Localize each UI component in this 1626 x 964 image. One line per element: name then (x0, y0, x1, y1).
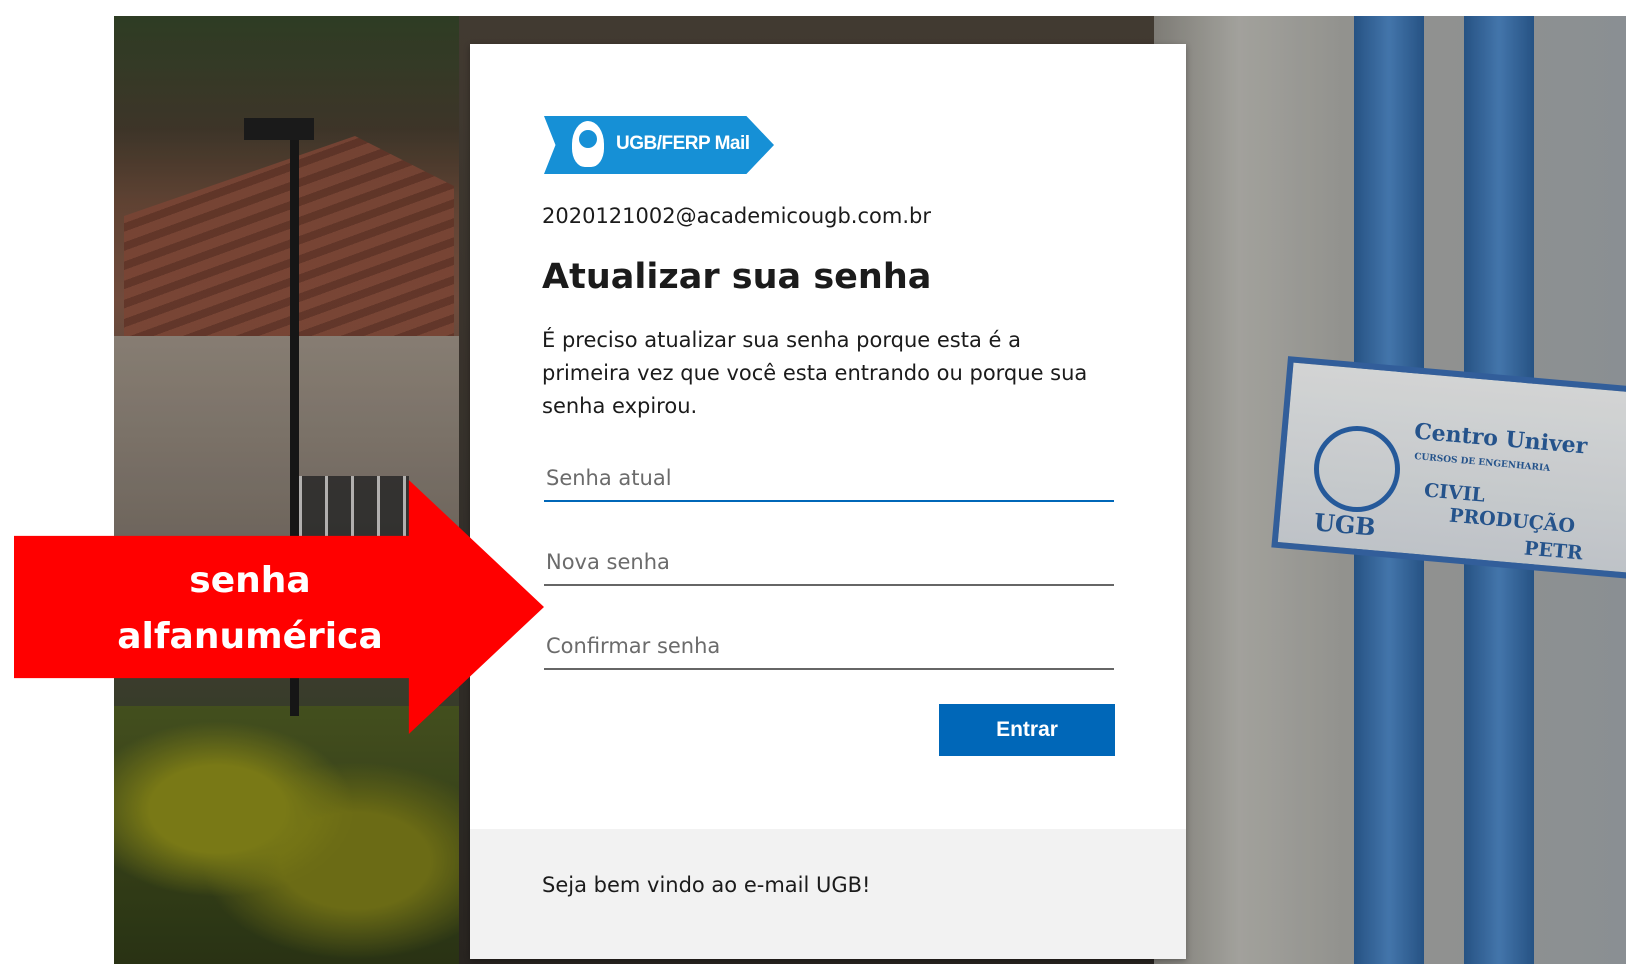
annotation-label: senha alfanumérica (100, 553, 400, 665)
page-description: É preciso atualizar sua senha porque est… (542, 328, 1088, 418)
page-title: Atualizar sua senha (542, 257, 932, 297)
submit-button[interactable]: Entrar (939, 704, 1115, 756)
footer-message: Seja bem vindo ao e-mail UGB! (542, 873, 871, 897)
ugb-emblem-icon (572, 121, 604, 167)
current-password-input[interactable] (544, 456, 1114, 502)
login-footer: Seja bem vindo ao e-mail UGB! (470, 829, 1186, 959)
annotation-line-2: alfanumérica (117, 616, 383, 657)
new-password-input[interactable] (544, 540, 1114, 586)
ugb-mail-logo: UGB/FERP Mail (544, 116, 774, 174)
annotation-line-1: senha (189, 560, 311, 601)
logo-text: UGB/FERP Mail (616, 133, 750, 154)
login-card: UGB/FERP Mail 2020121002@academicougb.co… (470, 44, 1186, 959)
account-email: 2020121002@academicougb.com.br (542, 204, 931, 228)
confirm-password-input[interactable] (544, 624, 1114, 670)
